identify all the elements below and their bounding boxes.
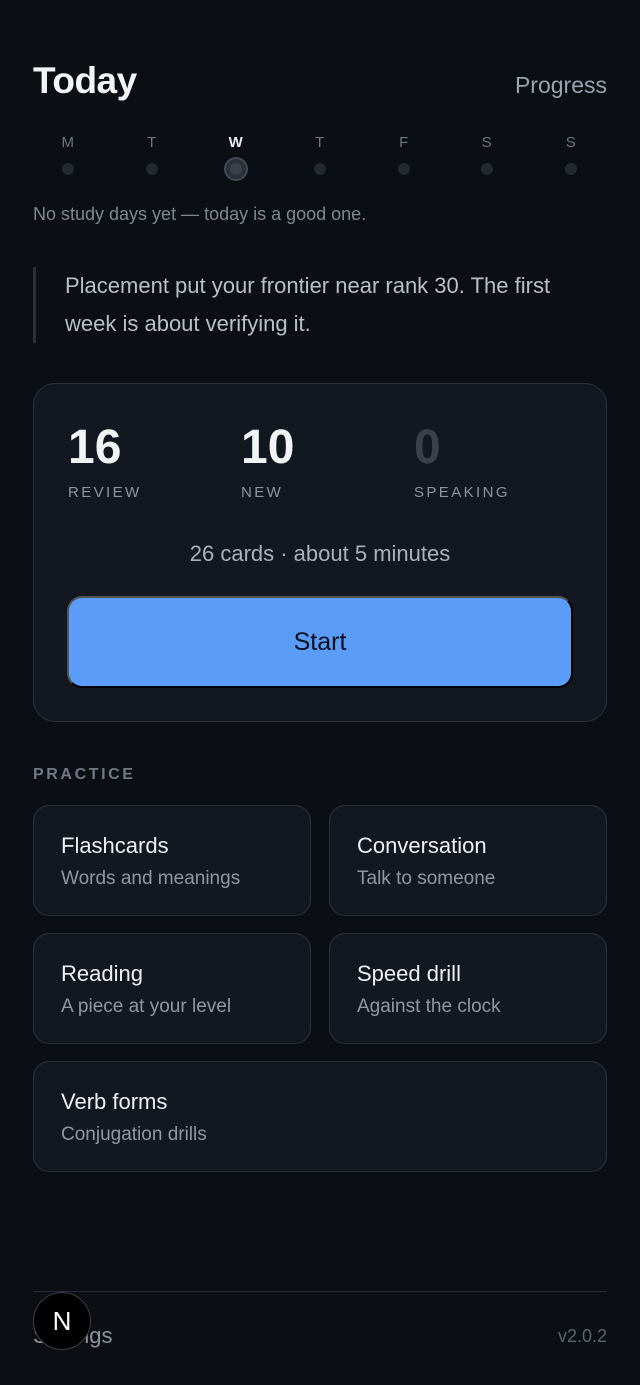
- week-strip: M T W T F S S: [33, 134, 607, 194]
- stat-speaking: 0 SPEAKING: [414, 421, 510, 502]
- practice-title: Flashcards: [61, 833, 169, 858]
- day-saturday: S: [469, 134, 505, 175]
- day-dot: [314, 163, 326, 175]
- day-dot: [398, 163, 410, 175]
- stat-value: 10: [241, 421, 295, 474]
- practice-card-reading[interactable]: Reading A piece at your level: [33, 933, 311, 1044]
- stat-value: 16: [68, 421, 122, 474]
- practice-title: Reading: [61, 961, 143, 986]
- stat-value: 0: [414, 421, 441, 474]
- practice-title: Verb forms: [61, 1089, 168, 1114]
- progress-link[interactable]: Progress: [515, 72, 607, 99]
- practice-subtitle: Talk to someone: [357, 868, 496, 889]
- practice-subtitle: Words and meanings: [61, 868, 241, 889]
- version-label: v2.0.2: [557, 1326, 607, 1346]
- streak-note: No study days yet — today is a good one.: [33, 204, 367, 224]
- day-dot: [565, 163, 577, 175]
- dev-tools-badge[interactable]: N: [33, 1292, 91, 1350]
- day-letter: F: [399, 134, 409, 151]
- day-letter: T: [315, 134, 325, 151]
- day-dot: [146, 163, 158, 175]
- day-letter: S: [481, 134, 493, 151]
- stat-label: SPEAKING: [414, 484, 510, 501]
- day-friday: F: [386, 134, 422, 175]
- today-dot: [224, 157, 248, 181]
- stat-label: REVIEW: [68, 484, 142, 501]
- day-letter: T: [147, 134, 157, 151]
- practice-title: Conversation: [357, 833, 487, 858]
- footer-divider: [33, 1291, 607, 1292]
- header: Today Progress: [33, 60, 607, 104]
- placement-note: Placement put your frontier near rank 30…: [33, 267, 607, 343]
- practice-subtitle: Against the clock: [357, 996, 501, 1017]
- stat-new: 10 NEW: [241, 421, 295, 502]
- practice-card-conversation[interactable]: Conversation Talk to someone: [329, 805, 607, 916]
- practice-subtitle: Conjugation drills: [61, 1124, 207, 1145]
- page-title: Today: [33, 60, 137, 101]
- stat-label: NEW: [241, 484, 284, 501]
- day-dot: [481, 163, 493, 175]
- practice-card-speed-drill[interactable]: Speed drill Against the clock: [329, 933, 607, 1044]
- day-monday: M: [50, 134, 86, 175]
- practice-card-verb-forms[interactable]: Verb forms Conjugation drills: [33, 1061, 607, 1172]
- session-card: 16 REVIEW 10 NEW 0 SPEAKING 26 cards · a…: [33, 383, 607, 722]
- day-dot: [62, 163, 74, 175]
- day-tuesday: T: [134, 134, 170, 175]
- practice-heading: PRACTICE: [33, 766, 136, 783]
- day-thursday: T: [302, 134, 338, 175]
- stat-review: 16 REVIEW: [68, 421, 142, 502]
- session-summary: 26 cards · about 5 minutes: [189, 541, 451, 566]
- start-button[interactable]: Start: [67, 596, 573, 688]
- day-letter: W: [228, 134, 244, 151]
- day-letter: M: [61, 134, 75, 151]
- practice-title: Speed drill: [357, 961, 461, 986]
- practice-subtitle: A piece at your level: [61, 996, 232, 1017]
- day-sunday: S: [553, 134, 589, 175]
- day-wednesday: W: [218, 134, 254, 181]
- day-letter: S: [565, 134, 577, 151]
- practice-card-flashcards[interactable]: Flashcards Words and meanings: [33, 805, 311, 916]
